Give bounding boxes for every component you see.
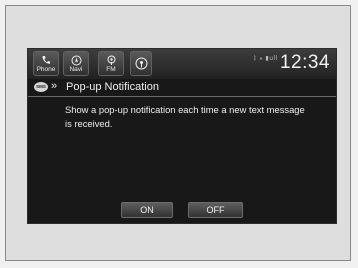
sms-icon: SMS [34,82,48,92]
status-icons: ᛒ ⁎ ▮ull [253,55,278,62]
fm-label: FM [106,66,116,73]
audio-source-button[interactable] [130,51,152,76]
phone-label: Phone [36,66,56,73]
chevron-icon: » [51,80,58,92]
phone-button[interactable]: Phone [33,51,59,76]
off-button[interactable]: OFF [188,202,243,218]
top-nav-bar: Phone Navi FM ᛒ ⁎ ▮ull 12:34 [28,49,336,79]
description-text: Show a pop-up notification each time a n… [65,104,305,129]
on-button[interactable]: ON [121,202,173,218]
compass-icon [71,55,81,66]
fm-button[interactable]: FM [98,51,124,76]
radio-icon [107,55,115,65]
navi-label: Navi [69,66,83,73]
antenna-icon [135,57,147,70]
infotainment-screen: Phone Navi FM ᛒ ⁎ ▮ull 12:34 SMS » Pop-u… [27,48,337,224]
navi-button[interactable]: Navi [63,51,89,76]
phone-icon [42,56,50,64]
clock: 12:34 [279,52,330,73]
title-bar: SMS » Pop-up Notification [28,79,336,97]
page-title: Pop-up Notification [66,81,159,93]
